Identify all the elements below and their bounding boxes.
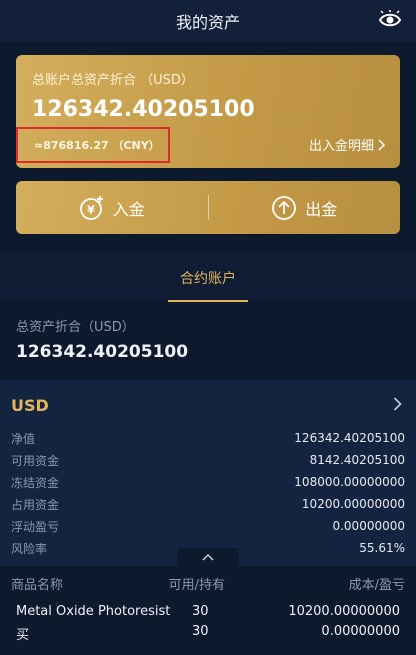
- currency-title: USD: [11, 396, 49, 415]
- row-value: 0.00000000: [332, 519, 405, 533]
- holdings-table: 商品名称 可用/持有 成本/盈亏 Metal Oxide Photoresist…: [0, 566, 416, 655]
- account-row-occupied: 占用资金 10200.00000000: [11, 494, 405, 514]
- table-row[interactable]: 买 30 0.00000000: [16, 624, 400, 643]
- row-value: 8142.40205100: [309, 453, 405, 467]
- row-value: 55.61%: [359, 541, 405, 555]
- cell-name: Metal Oxide Photoresist: [16, 604, 171, 619]
- chevron-right-icon: [378, 138, 386, 151]
- row-value: 108000.00000000: [294, 475, 405, 489]
- asset-summary: 总资产折合（USD） 126342.40205100: [0, 302, 416, 374]
- header-cost: 成本/盈亏: [348, 578, 405, 593]
- eye-icon[interactable]: [378, 10, 402, 30]
- deposit-withdraw-bar: ¥ 入金 出金: [16, 181, 400, 234]
- tab-contract-account[interactable]: 合约账户: [168, 252, 248, 302]
- row-value: 126342.40205100: [294, 431, 405, 445]
- total-asset-amount: 126342.40205100: [32, 97, 255, 122]
- chevron-up-icon: [202, 553, 214, 561]
- cell-cost: 0.00000000: [321, 624, 400, 639]
- chevron-right-icon[interactable]: [393, 397, 402, 411]
- cny-equivalent: ≈876816.27 （CNY）: [34, 139, 160, 152]
- svg-text:¥: ¥: [87, 203, 95, 216]
- deposit-icon: ¥: [79, 195, 103, 220]
- account-row-available: 可用资金 8142.40205100: [11, 450, 405, 470]
- summary-label: 总资产折合（USD）: [16, 320, 135, 335]
- fund-detail-link[interactable]: 出入金明细: [309, 135, 386, 154]
- cell-cost: 10200.00000000: [288, 604, 400, 619]
- collapse-toggle[interactable]: [177, 548, 239, 566]
- header-name: 商品名称: [11, 578, 64, 593]
- page-title: 我的资产: [175, 13, 240, 32]
- top-bar: 我的资产: [0, 0, 416, 42]
- row-label: 可用资金: [11, 453, 60, 468]
- holdings-header: 商品名称 可用/持有 成本/盈亏: [11, 574, 405, 593]
- withdraw-label: 出金: [305, 199, 338, 219]
- row-label: 占用资金: [11, 497, 60, 512]
- account-tabs: 合约账户: [0, 252, 416, 302]
- cell-name: 买: [16, 628, 30, 643]
- table-row[interactable]: Metal Oxide Photoresist 30 10200.0000000…: [16, 604, 400, 619]
- row-label: 风险率: [11, 541, 48, 556]
- account-row-floating-pnl: 浮动盈亏 0.00000000: [11, 516, 405, 536]
- deposit-button[interactable]: ¥ 入金: [16, 181, 208, 234]
- account-row-frozen: 冻结资金 108000.00000000: [11, 472, 405, 492]
- withdraw-button[interactable]: 出金: [209, 181, 401, 234]
- account-row-net-value: 净值 126342.40205100: [11, 428, 405, 448]
- usd-account-panel[interactable]: USD 净值 126342.40205100 可用资金 8142.4020510…: [0, 380, 416, 566]
- row-label: 浮动盈亏: [11, 519, 60, 534]
- fund-detail-label: 出入金明细: [308, 139, 374, 154]
- cell-qty: 30: [192, 604, 209, 619]
- deposit-label: 入金: [112, 199, 145, 219]
- withdraw-icon: [272, 195, 297, 220]
- cell-qty: 30: [192, 624, 209, 639]
- total-asset-label: 总账户总资产折合 （USD）: [32, 73, 194, 88]
- total-asset-card: 总账户总资产折合 （USD） 126342.40205100 ≈876816.2…: [16, 55, 400, 168]
- row-value: 10200.00000000: [301, 497, 405, 511]
- row-label: 净值: [11, 431, 36, 446]
- cny-highlight-box: ≈876816.27 （CNY）: [16, 127, 170, 163]
- tab-label: 合约账户: [180, 271, 236, 287]
- row-label: 冻结资金: [11, 475, 60, 490]
- summary-value: 126342.40205100: [16, 342, 189, 362]
- header-qty: 可用/持有: [168, 578, 225, 593]
